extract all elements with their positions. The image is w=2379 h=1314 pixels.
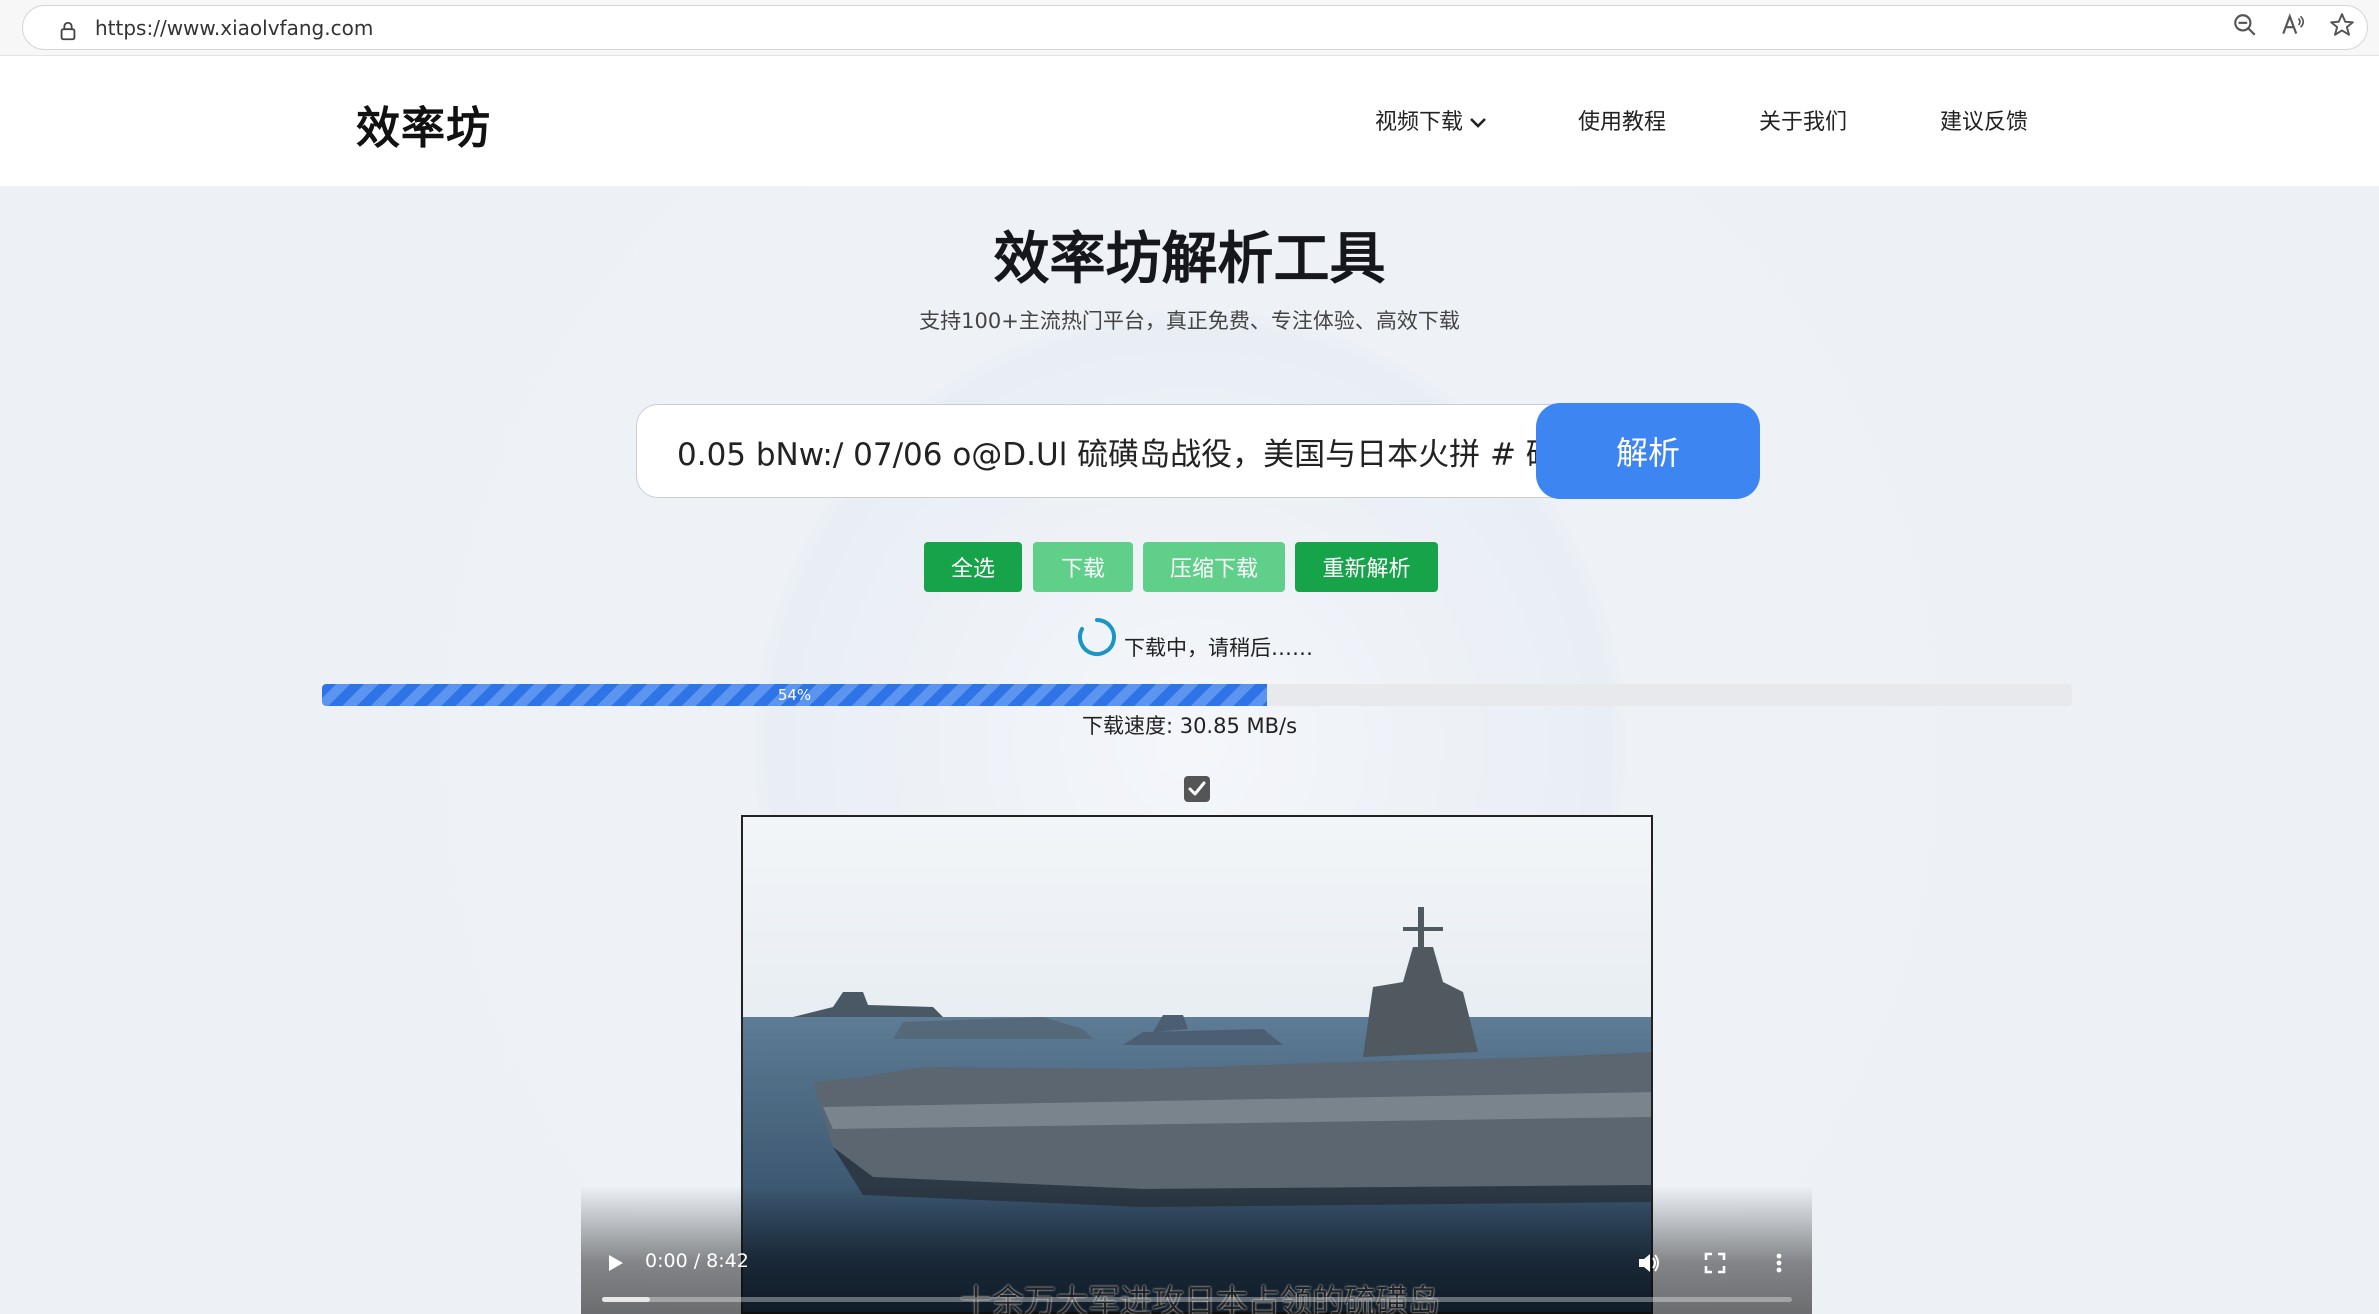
loading-spinner-icon bbox=[1078, 618, 1116, 656]
more-options-icon[interactable] bbox=[1766, 1250, 1792, 1276]
url-text: https://www.xiaolvfang.com bbox=[95, 16, 374, 40]
progress-fill: 54% bbox=[322, 684, 1267, 706]
nav-feedback[interactable]: 建议反馈 bbox=[1940, 104, 2028, 136]
video-select-checkbox[interactable] bbox=[1184, 776, 1210, 802]
nav-tutorial[interactable]: 使用教程 bbox=[1578, 104, 1666, 136]
reparse-button[interactable]: 重新解析 bbox=[1295, 542, 1438, 592]
select-all-button[interactable]: 全选 bbox=[924, 542, 1022, 592]
nav-about[interactable]: 关于我们 bbox=[1759, 104, 1847, 136]
page-title: 效率坊解析工具 bbox=[993, 227, 1386, 292]
play-icon[interactable] bbox=[602, 1250, 628, 1276]
download-button[interactable]: 下载 bbox=[1033, 542, 1133, 592]
browser-toolbar: https://www.xiaolvfang.com bbox=[0, 0, 2379, 56]
zoom-out-icon[interactable] bbox=[2232, 12, 2258, 38]
zip-download-button[interactable]: 压缩下载 bbox=[1143, 542, 1285, 592]
site-logo[interactable]: 效率坊 bbox=[356, 92, 491, 156]
page-subtitle: 支持100+主流热门平台，真正免费、专注体验、高效下载 bbox=[919, 309, 1460, 333]
chevron-down-icon bbox=[1470, 118, 1486, 128]
lock-icon bbox=[60, 21, 76, 41]
video-subtitle: 十余万大军进攻日本占领的硫磺岛 bbox=[960, 1282, 1441, 1314]
progress-label: 54% bbox=[777, 686, 812, 704]
volume-icon[interactable] bbox=[1636, 1250, 1662, 1276]
nav-video-download[interactable]: 视频下载 bbox=[1375, 104, 1487, 136]
video-seek-bar[interactable] bbox=[602, 1297, 1792, 1302]
parse-button[interactable]: 解析 bbox=[1536, 403, 1760, 499]
download-speed: 下载速度: 30.85 MB/s bbox=[1081, 714, 1298, 738]
address-bar[interactable]: https://www.xiaolvfang.com bbox=[22, 5, 2368, 50]
site-header: 效率坊 视频下载 使用教程 关于我们 建议反馈 bbox=[0, 56, 2379, 186]
favorite-star-icon[interactable] bbox=[2329, 12, 2355, 38]
checkmark-icon bbox=[1188, 781, 1206, 796]
loading-text: 下载中，请稍后…… bbox=[1124, 636, 1313, 660]
video-time: 0:00 / 8:42 bbox=[645, 1250, 749, 1272]
download-progress-bar: 54% bbox=[322, 684, 2072, 706]
read-aloud-icon[interactable] bbox=[2280, 12, 2306, 38]
nav-label: 视频下载 bbox=[1375, 110, 1464, 135]
video-buffer bbox=[602, 1297, 650, 1302]
link-input[interactable] bbox=[677, 405, 1577, 497]
fullscreen-icon[interactable] bbox=[1702, 1250, 1728, 1276]
